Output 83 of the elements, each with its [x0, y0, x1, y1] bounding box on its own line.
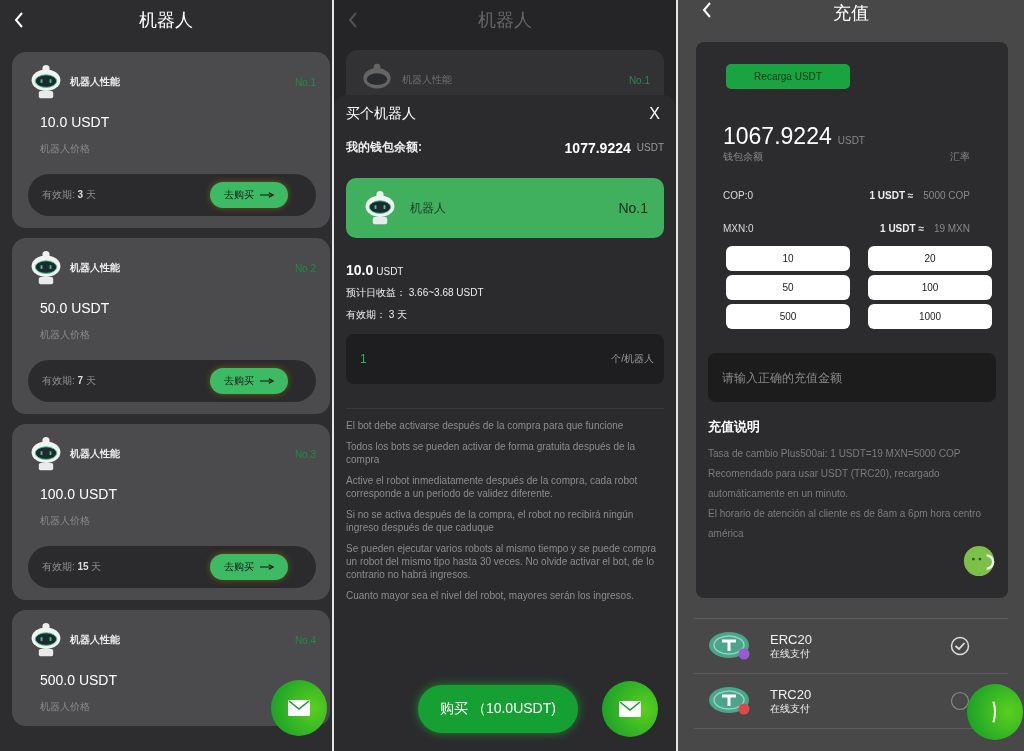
note-text: Si no se activa después de la compra, el robot no recibirá ningún ingreso después de que caduque [346, 508, 635, 534]
back-icon [348, 12, 358, 28]
unit-label: 个/机器人 [611, 352, 654, 366]
balance-label: 我的钱包余额: [346, 139, 422, 156]
page-title: 充值 [833, 2, 869, 25]
coin-icon [709, 687, 749, 713]
validity-text: 有效期： 3 天 [346, 308, 409, 322]
robot-name: 机器人性能 [70, 447, 120, 461]
amount-option[interactable]: 20 [868, 246, 992, 271]
robot-price: 500.0 USDT [40, 672, 119, 688]
buy-button[interactable]: 去购买 [210, 368, 288, 394]
robot-number: No.4 [294, 634, 316, 646]
method-subtitle: 在线支付 [770, 646, 811, 661]
arrow-icon [260, 192, 274, 198]
method-name: TRC20 [770, 686, 812, 702]
rate-text: 1 USDT ≈ [869, 190, 914, 201]
back-icon[interactable] [702, 2, 712, 18]
method-subtitle: 在线支付 [770, 701, 811, 716]
robot-number: No.1 [618, 200, 648, 216]
instructions-title: 充值说明 [708, 418, 761, 436]
recharge-tab[interactable]: Recarga USDT [726, 64, 850, 89]
instruction-text: El horario de atención al cliente es de 8am a 6pm hora centro américa [708, 507, 982, 541]
robot-price: 100.0 USDT [40, 486, 119, 502]
validity-label: 有效期: 15 天 [42, 560, 102, 574]
amount-input[interactable]: 请输入正确的充值金额 [708, 353, 996, 402]
coin-icon [709, 632, 749, 658]
buy-button[interactable]: 去购买 [210, 182, 288, 208]
note-text: Todos los bots se pueden activar de forma gratuita después de la compra [346, 440, 637, 466]
rate-value: 5000 COP [923, 190, 970, 201]
robot-price: 50.0 USDT [40, 300, 111, 316]
validity-label: 有效期: 3 天 [42, 188, 96, 202]
page-title: 机器人 [478, 9, 532, 32]
instruction-text: Recomendado para usar USDT (TRC20), recargado automáticamente en un minuto. [708, 467, 941, 501]
phone-icon [991, 699, 999, 725]
page-title: 机器人 [139, 9, 193, 32]
balance-label: 钱包余额 [723, 150, 763, 164]
robot-name: 机器人性能 [70, 261, 120, 275]
daily-income: 预计日收益： 3.66~3.68 USDT [346, 286, 485, 300]
currency-balance: MXN:0 [723, 223, 754, 234]
mail-icon [618, 701, 641, 717]
currency-unit: USDT [636, 142, 664, 153]
validity-label: 有效期: 7 天 [42, 374, 96, 388]
buy-button[interactable]: 去购买 [210, 554, 288, 580]
note-text: Active el robot inmediatamente después de la compra, cada robot corresponde a un período de validez diferente. [346, 474, 639, 500]
robot-number: No.2 [294, 262, 316, 274]
close-button[interactable]: X [645, 105, 664, 123]
rate-label: 汇率 [950, 150, 970, 164]
balance-value: 1067.9224 [723, 123, 832, 150]
radio-circle[interactable] [950, 691, 970, 711]
chat-bot-icon[interactable] [962, 544, 996, 578]
robot-number: No.3 [294, 448, 316, 460]
rate-text: 1 USDT ≈ [880, 223, 924, 234]
robot-price: 10.0 USDT [40, 114, 111, 130]
robot-number: No.1 [294, 76, 316, 88]
instruction-text: Tasa de cambio Plus500ai: 1 USDT=19 MXN=5000 COP [708, 447, 962, 461]
robot-name: 机器人性能 [70, 75, 120, 89]
robot-name: 机器人 [410, 199, 446, 217]
method-name: ERC20 [770, 631, 812, 647]
amount-option[interactable]: 1000 [868, 304, 992, 329]
currency-balance: COP:0 [723, 190, 753, 201]
mail-icon [288, 700, 310, 716]
quantity-field[interactable]: 1 个/机器人 [346, 334, 664, 384]
robot-number: No.1 [628, 74, 650, 86]
amount-option[interactable]: 100 [868, 275, 992, 300]
note-text: El bot debe activarse después de la compra para que funcione [346, 419, 625, 432]
currency-unit: USDT [837, 135, 865, 146]
check-icon[interactable] [950, 636, 970, 656]
rate-value: 19 MXN [933, 223, 970, 234]
amount-option[interactable]: 500 [726, 304, 850, 329]
back-icon[interactable] [14, 12, 24, 28]
note-text: Cuanto mayor sea el nivel del robot, mayores serán los ingresos. [346, 589, 635, 602]
phone-button[interactable] [967, 684, 1023, 740]
arrow-icon [260, 378, 274, 384]
robot-price: 10.0 [346, 262, 374, 278]
arrow-icon [260, 564, 274, 570]
note-text: Se pueden ejecutar varios robots al mismo tiempo y se puede compra un robot del mismo tipo hasta 30 veces. No olvide activar el bot, de lo contrario no habrá ingresos. [346, 542, 658, 581]
sheet-title: 买个机器人 [346, 105, 416, 123]
amount-option[interactable]: 10 [726, 246, 850, 271]
currency-unit: USDT [376, 266, 404, 277]
robot-name: 机器人性能 [70, 633, 120, 647]
quantity-input[interactable]: 1 [360, 352, 400, 366]
amount-option[interactable]: 50 [726, 275, 850, 300]
balance-value: 1077.9224 [564, 139, 631, 156]
